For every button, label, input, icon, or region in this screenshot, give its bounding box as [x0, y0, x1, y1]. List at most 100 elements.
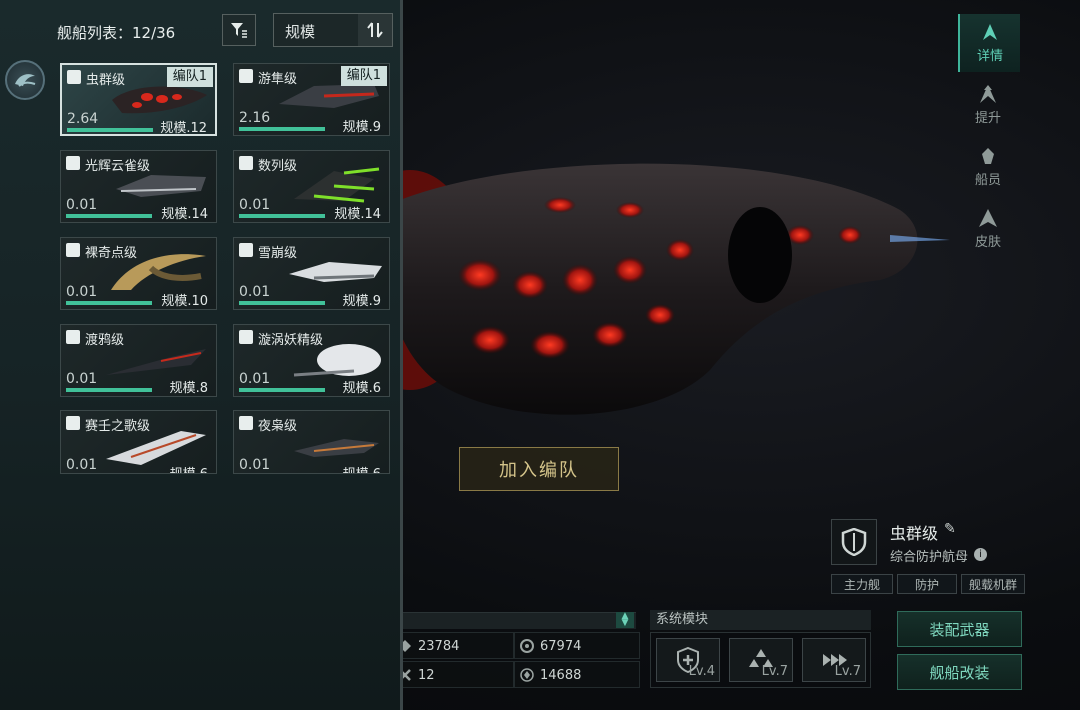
module-level: Lv.7 — [761, 664, 788, 679]
shield-stat-icon — [520, 668, 534, 682]
ship-power: 2.64 — [67, 111, 99, 127]
power-bar — [239, 214, 325, 218]
ship-card[interactable]: 漩涡妖精级 0.01 规模.6 — [233, 324, 390, 397]
skin-tab-icon — [979, 209, 997, 227]
ship-power: 0.01 — [239, 284, 271, 300]
module-slot-3[interactable]: Lv.7 — [802, 638, 866, 682]
ship-card-name: 夜枭级 — [258, 419, 298, 434]
tab-skin[interactable]: 皮肤 — [958, 200, 1018, 258]
ship-card[interactable]: 裸奇点级 0.01 规模.10 — [60, 237, 217, 310]
sort-order-icon[interactable] — [358, 14, 392, 46]
system-modules-title: 系统模块 — [650, 610, 871, 630]
info-icon[interactable]: i — [974, 548, 987, 561]
ship-list-title: 舰船列表：12/36 — [57, 24, 176, 42]
power-bar — [239, 388, 325, 392]
shield-icon — [66, 156, 80, 170]
ship-card[interactable]: 渡鸦级 0.01 规模.8 — [60, 324, 217, 397]
sort-label: 规模 — [285, 23, 316, 41]
ship-name: 虫群级 — [890, 524, 939, 543]
tab-details-label: 详情 — [976, 49, 1003, 64]
ship-card[interactable]: 夜枭级 0.01 规模.6 — [233, 410, 390, 474]
filter-icon — [231, 23, 247, 38]
ship-power: 0.01 — [66, 371, 98, 387]
details-tab-icon — [983, 24, 997, 40]
crosshair-icon — [66, 330, 80, 344]
stats-toggle-button[interactable]: ▲ ▼ — [616, 612, 634, 628]
ship-card-name: 虫群级 — [86, 73, 126, 88]
power-bar — [66, 214, 152, 218]
module-slot-2[interactable]: Lv.7 — [729, 638, 793, 682]
ship-card[interactable]: 赛壬之歌级 0.01 规模.6 — [60, 410, 217, 474]
ship-power: 0.01 — [239, 197, 271, 213]
ship-card[interactable]: 光辉云雀级 0.01 规模.14 — [60, 150, 217, 223]
ship-scale: 规模.6 — [170, 463, 208, 473]
module-slot-1[interactable]: Lv.4 — [656, 638, 720, 682]
tag-defense: 防护 — [897, 574, 957, 594]
power-bar — [67, 128, 153, 132]
sort-dropdown[interactable]: 规模 — [273, 13, 393, 47]
ship-scale: 规模.6 — [342, 381, 381, 396]
fleet-badge: 编队1 — [166, 67, 213, 87]
ship-power: 0.01 — [239, 457, 271, 473]
upgrade-tab-icon — [980, 85, 996, 103]
tab-upgrade-label: 提升 — [974, 111, 1001, 126]
faction-emblem-icon[interactable] — [5, 60, 45, 100]
stats-header — [400, 612, 636, 629]
tab-crew-label: 船员 — [974, 173, 1001, 188]
ship-class-shield-icon — [831, 519, 877, 565]
ship-card-name: 雪崩级 — [258, 246, 298, 261]
crosshair-icon — [239, 330, 253, 344]
ship-card-name: 渡鸦级 — [85, 333, 125, 348]
ship-type: 综合防护航母 — [890, 550, 969, 565]
power-bar — [66, 301, 152, 305]
equip-weapons-button[interactable]: 装配武器 — [897, 611, 1022, 647]
tab-upgrade[interactable]: 提升 — [958, 76, 1018, 134]
shield-icon — [239, 69, 253, 83]
stat-shield: 14688 — [520, 662, 581, 688]
flame-icon — [239, 156, 253, 170]
ship-card-name: 裸奇点级 — [85, 246, 138, 261]
ship-scale: 规模.14 — [161, 207, 208, 222]
ship-card[interactable]: 游隼级 编队1 2.16 规模.9 — [233, 63, 390, 136]
stat-armor: 67974 — [520, 633, 581, 659]
power-bar — [239, 301, 325, 305]
crosshair-icon — [66, 243, 80, 257]
ship-scale: 规模.10 — [161, 294, 208, 309]
tab-skin-label: 皮肤 — [974, 235, 1001, 250]
join-fleet-button[interactable]: 加入编队 — [459, 447, 619, 491]
ship-card[interactable]: 虫群级 编队1 2.64 规模.12 — [60, 63, 217, 136]
shield-icon — [67, 70, 81, 84]
tab-crew[interactable]: 船员 — [958, 138, 1018, 196]
flame-icon — [239, 243, 253, 257]
tab-details[interactable]: 详情 — [958, 14, 1020, 72]
ship-card-name: 数列级 — [258, 159, 298, 174]
ship-scale: 规模.12 — [160, 121, 207, 136]
ship-card-name: 漩涡妖精级 — [258, 333, 324, 348]
ship-scale: 规模.6 — [343, 463, 381, 473]
ship-power: 0.01 — [66, 197, 98, 213]
crew-tab-icon — [982, 148, 994, 164]
stat-shield-value: 14688 — [540, 667, 582, 683]
tag-carrier-wing: 舰载机群 — [961, 574, 1025, 594]
ship-scale: 规模.9 — [342, 294, 381, 309]
ship-card[interactable]: 数列级 0.01 规模.14 — [233, 150, 390, 223]
stat-capacity: 12 — [398, 662, 435, 688]
panel-divider — [400, 0, 403, 710]
stat-armor-value: 67974 — [540, 638, 582, 654]
edit-name-icon[interactable]: ✎ — [944, 521, 956, 537]
ship-power: 0.01 — [66, 457, 98, 473]
ship-card-name: 光辉云雀级 — [85, 159, 151, 174]
ship-power: 0.01 — [66, 284, 98, 300]
ship-scale: 规模.8 — [169, 381, 208, 396]
ship-card-name: 赛壬之歌级 — [85, 419, 151, 434]
filter-button[interactable] — [222, 14, 256, 46]
ship-card[interactable]: 雪崩级 0.01 规模.9 — [233, 237, 390, 310]
side-tab-bar: 详情 提升 船员 皮肤 — [958, 14, 1020, 262]
armor-stat-icon — [520, 639, 534, 653]
tag-capital-ship: 主力舰 — [831, 574, 893, 594]
module-level: Lv.4 — [688, 664, 715, 679]
ship-modify-button[interactable]: 舰船改装 — [897, 654, 1022, 690]
ship-scale: 规模.9 — [342, 120, 381, 135]
ship-power: 0.01 — [239, 371, 271, 387]
stat-hull: 23784 — [398, 633, 459, 659]
